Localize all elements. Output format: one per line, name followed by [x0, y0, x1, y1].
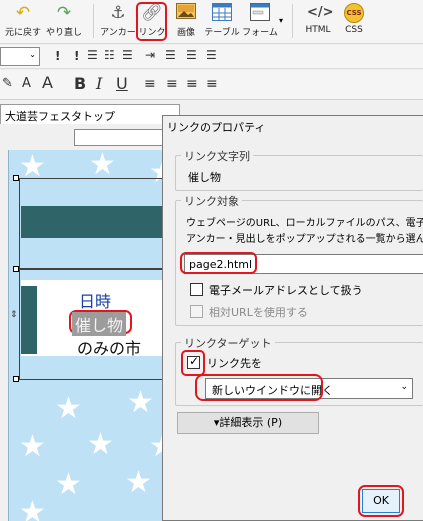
list-icon[interactable]: ☰: [122, 48, 133, 62]
star-icon: ★: [19, 429, 46, 464]
target-description-line1: ウェブページのURL、ローカルファイルのパス、電子メー: [186, 218, 423, 229]
details-button[interactable]: ▾詳細表示 (P): [177, 412, 319, 434]
relative-url-checkbox[interactable]: [190, 305, 203, 318]
table-icon: [211, 3, 233, 23]
exclamation-icon[interactable]: !: [74, 49, 79, 63]
style-select[interactable]: ⌄: [0, 47, 40, 66]
image-icon: [175, 3, 197, 23]
align-center-icon[interactable]: ≡: [166, 76, 178, 92]
dialog-title: リンクのプロパティ: [167, 121, 266, 134]
undo-icon: ↶: [15, 3, 31, 23]
star-icon: ★: [19, 495, 46, 521]
page-canvas: ★ ★ ★ ★ ★ ★ ★ ★ ★ ★ ★ 日時 催し物 のみの市 ⇕: [8, 150, 170, 521]
anchor-button[interactable]: ⚓ アンカー: [100, 2, 136, 42]
link-text-group-title: リンク文字列: [181, 148, 253, 164]
date-text: 日時: [79, 292, 112, 311]
font-size-down-icon[interactable]: A: [22, 76, 31, 91]
underline-button[interactable]: U: [116, 74, 128, 93]
checkbox-annotation: [181, 350, 205, 376]
star-icon: ★: [127, 385, 154, 420]
redo-button[interactable]: ↷ やり直し: [44, 2, 84, 42]
align-left-icon[interactable]: ≡: [144, 76, 156, 92]
table-button[interactable]: テーブル: [204, 2, 240, 42]
star-icon: ★: [87, 427, 114, 462]
star-icon: ★: [125, 465, 152, 500]
align-right-icon[interactable]: ≡: [186, 76, 198, 92]
link-target-group-title: リンク対象: [181, 193, 242, 209]
italic-button[interactable]: I: [96, 74, 102, 93]
css-button[interactable]: CSS CSS: [338, 2, 370, 42]
ribbon-separator: [93, 4, 94, 38]
bold-button[interactable]: B: [74, 74, 86, 93]
redo-icon: ↷: [56, 3, 72, 23]
indent-icon[interactable]: ⇥: [145, 48, 155, 62]
css-icon: CSS: [344, 3, 364, 23]
font-size-up-icon[interactable]: A: [42, 73, 53, 92]
resize-handle[interactable]: [13, 175, 19, 181]
form-dropdown-arrow-icon[interactable]: ▾: [279, 16, 283, 25]
link-window-group-title: リンクターゲット: [181, 335, 275, 351]
align-justify-icon[interactable]: ≡: [206, 76, 218, 92]
select-annotation: [195, 374, 323, 401]
event-link-text[interactable]: 催し物: [72, 312, 127, 336]
pencil-icon[interactable]: ✎: [2, 76, 13, 91]
market-text: のみの市: [77, 339, 142, 358]
chevron-down-icon: ⌄: [29, 50, 36, 59]
editor-ruler: [74, 129, 170, 146]
align-left-icon[interactable]: ☰: [165, 48, 176, 62]
email-checkbox-label: 電子メールアドレスとして扱う: [209, 284, 363, 297]
exclamation-icon[interactable]: !: [55, 49, 60, 63]
link-target-checkbox-label: リンク先を: [207, 357, 262, 370]
format-toolbar: ⌄ ! ! ☰ ☷ ☰ ⇥ ☰ ☰ ☰: [0, 45, 423, 69]
align-center-icon[interactable]: ☰: [186, 48, 197, 62]
target-description-line2: アンカー・見出しをポップアップされる一覧から選んで: [186, 234, 423, 245]
align-right-icon[interactable]: ☰: [206, 48, 217, 62]
star-icon: ★: [89, 150, 116, 182]
teal-side-bar: [21, 286, 37, 354]
html-button[interactable]: </> HTML: [300, 2, 336, 42]
text-format-toolbar: ✎ A A B I U ≡ ≡ ≡ ≡: [0, 70, 423, 100]
ribbon-toolbar: ↶ 元に戻す ↷ やり直し ⚓ アンカー 🔗︎ リンク 画像 テーブル フォーム…: [0, 0, 423, 44]
ok-button-annotation: [358, 485, 404, 517]
form-button[interactable]: フォーム: [242, 2, 278, 42]
editor-tab[interactable]: 大道芸フェスタトップ: [0, 104, 180, 124]
email-checkbox[interactable]: [190, 283, 203, 296]
star-icon: ★: [55, 391, 82, 426]
chevron-down-icon: ⌄: [400, 382, 408, 392]
html-code-icon: </>: [307, 5, 334, 20]
url-input-annotation: [180, 252, 257, 274]
link-text-value: 催し物: [188, 171, 221, 184]
move-handle-icon[interactable]: ⇕: [10, 310, 18, 320]
image-button[interactable]: 画像: [170, 2, 202, 42]
ribbon-separator: [292, 4, 293, 38]
relative-url-label: 相対URLを使用する: [209, 306, 308, 319]
undo-button[interactable]: ↶ 元に戻す: [4, 2, 42, 42]
anchor-icon: ⚓: [110, 3, 126, 23]
teal-bar: [21, 206, 170, 238]
form-icon: [249, 3, 271, 23]
link-button-annotation: [136, 2, 167, 41]
resize-handle[interactable]: [13, 376, 19, 382]
numbered-list-icon[interactable]: ☰: [87, 48, 98, 62]
bullet-list-icon[interactable]: ☷: [104, 48, 115, 62]
resize-handle[interactable]: [13, 266, 19, 272]
star-icon: ★: [55, 467, 82, 502]
